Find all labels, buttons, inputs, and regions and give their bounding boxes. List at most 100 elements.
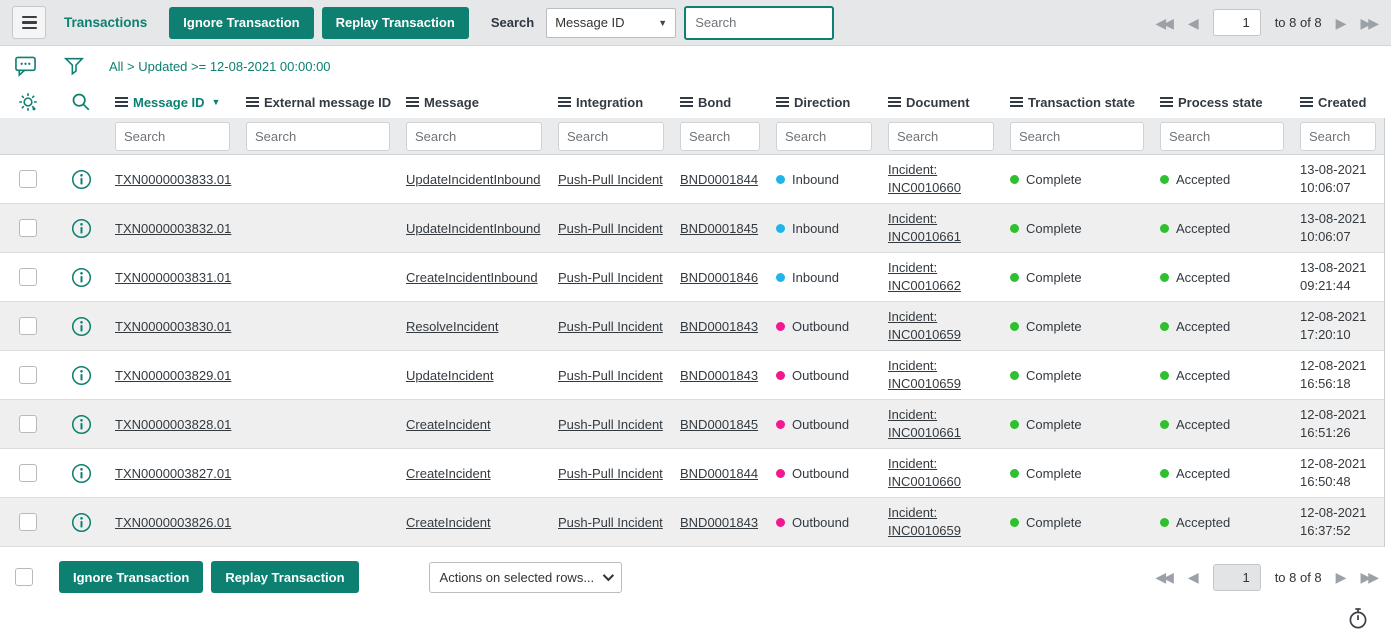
integration-link[interactable]: Push-Pull Incident	[558, 172, 663, 187]
message-id-link[interactable]: TXN0000003832.01	[115, 221, 231, 236]
page-number-input-bottom[interactable]	[1213, 564, 1261, 591]
row-checkbox[interactable]	[19, 170, 37, 188]
row-info-icon[interactable]	[55, 463, 107, 484]
integration-link[interactable]: Push-Pull Incident	[558, 368, 663, 383]
global-search-input[interactable]	[684, 6, 834, 40]
integration-link[interactable]: Push-Pull Incident	[558, 515, 663, 530]
bond-link[interactable]: BND0001843	[680, 319, 758, 334]
bond-link[interactable]: BND0001843	[680, 515, 758, 530]
row-checkbox[interactable]	[19, 513, 37, 531]
column-header-direction[interactable]: Direction	[768, 95, 880, 110]
row-info-icon[interactable]	[55, 512, 107, 533]
bond-link[interactable]: BND0001844	[680, 466, 758, 481]
stopwatch-icon[interactable]	[1347, 606, 1369, 633]
row-checkbox[interactable]	[19, 366, 37, 384]
row-checkbox[interactable]	[19, 317, 37, 335]
document-link[interactable]: Incident: INC0010659	[888, 308, 1002, 343]
message-id-link[interactable]: TXN0000003829.01	[115, 368, 231, 383]
document-link[interactable]: Incident: INC0010660	[888, 161, 1002, 196]
filter-input-document[interactable]	[888, 122, 994, 151]
column-menu-icon[interactable]	[558, 97, 571, 108]
row-info-icon[interactable]	[55, 267, 107, 288]
active-filter-path[interactable]: All > Updated >= 12-08-2021 00:00:00	[109, 59, 331, 74]
first-page-icon[interactable]: ◀◀	[1155, 16, 1171, 30]
bond-link[interactable]: BND0001844	[680, 172, 758, 187]
document-link[interactable]: Incident: INC0010659	[888, 357, 1002, 392]
row-checkbox[interactable]	[19, 415, 37, 433]
replay-transaction-button[interactable]: Replay Transaction	[322, 7, 469, 39]
first-page-icon[interactable]: ◀◀	[1155, 570, 1171, 584]
integration-link[interactable]: Push-Pull Incident	[558, 270, 663, 285]
filter-input-integration[interactable]	[558, 122, 664, 151]
column-header-bond[interactable]: Bond	[672, 95, 768, 110]
column-header-message-id[interactable]: Message ID ▼	[107, 95, 238, 110]
column-menu-icon[interactable]	[1300, 97, 1313, 108]
message-id-link[interactable]: TXN0000003830.01	[115, 319, 231, 334]
column-menu-icon[interactable]	[680, 97, 693, 108]
document-link[interactable]: Incident: INC0010660	[888, 455, 1002, 490]
document-link[interactable]: Incident: INC0010662	[888, 259, 1002, 294]
next-page-icon[interactable]: ▶	[1336, 570, 1347, 584]
row-info-icon[interactable]	[55, 316, 107, 337]
column-search-icon[interactable]	[55, 91, 107, 113]
message-id-link[interactable]: TXN0000003826.01	[115, 515, 231, 530]
filter-input-bond[interactable]	[680, 122, 760, 151]
document-link[interactable]: Incident: INC0010661	[888, 406, 1002, 441]
integration-link[interactable]: Push-Pull Incident	[558, 466, 663, 481]
hamburger-menu-button[interactable]	[12, 6, 46, 39]
integration-link[interactable]: Push-Pull Incident	[558, 319, 663, 334]
column-header-created[interactable]: Created	[1292, 95, 1391, 110]
filter-input-external-message-id[interactable]	[246, 122, 390, 151]
column-menu-icon[interactable]	[888, 97, 901, 108]
column-header-process-state[interactable]: Process state	[1152, 95, 1292, 110]
row-checkbox[interactable]	[19, 268, 37, 286]
bond-link[interactable]: BND0001846	[680, 270, 758, 285]
integration-link[interactable]: Push-Pull Incident	[558, 417, 663, 432]
next-page-icon[interactable]: ▶	[1336, 16, 1347, 30]
comments-icon[interactable]	[14, 55, 37, 77]
bond-link[interactable]: BND0001845	[680, 221, 758, 236]
column-header-transaction-state[interactable]: Transaction state	[1002, 95, 1152, 110]
ignore-transaction-button[interactable]: Ignore Transaction	[169, 7, 313, 39]
last-page-icon[interactable]: ▶▶	[1360, 570, 1376, 584]
filter-input-process-state[interactable]	[1160, 122, 1284, 151]
filter-input-message-id[interactable]	[115, 122, 230, 151]
message-link[interactable]: ResolveIncident	[406, 319, 499, 334]
column-header-message[interactable]: Message	[398, 95, 550, 110]
filter-input-message[interactable]	[406, 122, 542, 151]
replay-transaction-button-bottom[interactable]: Replay Transaction	[211, 561, 358, 593]
column-menu-icon[interactable]	[1160, 97, 1173, 108]
message-id-link[interactable]: TXN0000003827.01	[115, 466, 231, 481]
last-page-icon[interactable]: ▶▶	[1360, 16, 1376, 30]
row-checkbox[interactable]	[19, 464, 37, 482]
message-link[interactable]: CreateIncident	[406, 417, 491, 432]
row-checkbox[interactable]	[19, 219, 37, 237]
column-menu-icon[interactable]	[1010, 97, 1023, 108]
settings-gear-icon[interactable]	[0, 91, 55, 113]
integration-link[interactable]: Push-Pull Incident	[558, 221, 663, 236]
previous-page-icon[interactable]: ◀	[1188, 570, 1199, 584]
filter-input-transaction-state[interactable]	[1010, 122, 1144, 151]
column-header-integration[interactable]: Integration	[550, 95, 672, 110]
column-header-external-message-id[interactable]: External message ID	[238, 95, 398, 110]
select-all-checkbox[interactable]	[15, 568, 33, 586]
column-menu-icon[interactable]	[246, 97, 259, 108]
message-link[interactable]: CreateIncidentInbound	[406, 270, 538, 285]
filter-input-created[interactable]	[1300, 122, 1376, 151]
column-header-document[interactable]: Document	[880, 95, 1002, 110]
search-category-select[interactable]: Message ID ▼	[546, 8, 676, 38]
column-menu-icon[interactable]	[776, 97, 789, 108]
column-menu-icon[interactable]	[406, 97, 419, 108]
message-link[interactable]: CreateIncident	[406, 515, 491, 530]
previous-page-icon[interactable]: ◀	[1188, 16, 1199, 30]
message-link[interactable]: UpdateIncidentInbound	[406, 172, 540, 187]
row-info-icon[interactable]	[55, 169, 107, 190]
row-info-icon[interactable]	[55, 218, 107, 239]
message-link[interactable]: UpdateIncidentInbound	[406, 221, 540, 236]
filter-funnel-icon[interactable]	[63, 55, 85, 77]
message-link[interactable]: UpdateIncident	[406, 368, 493, 383]
actions-dropdown[interactable]: Actions on selected rows...	[429, 562, 622, 593]
message-link[interactable]: CreateIncident	[406, 466, 491, 481]
filter-input-direction[interactable]	[776, 122, 872, 151]
column-menu-icon[interactable]	[115, 97, 128, 108]
